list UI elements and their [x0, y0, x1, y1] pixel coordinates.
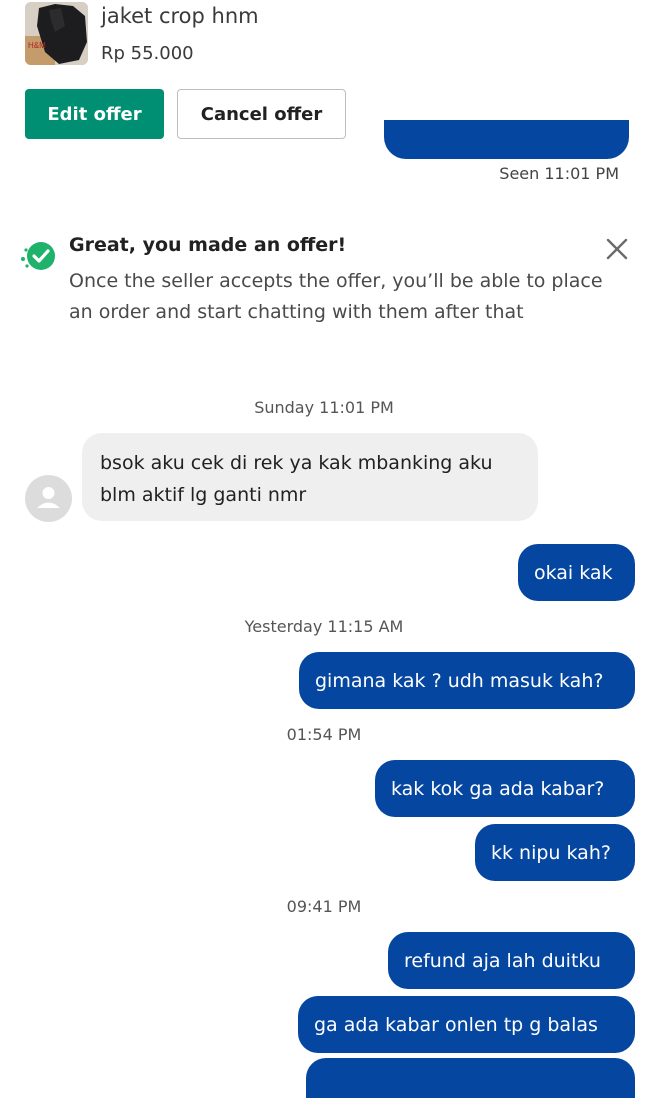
product-price: Rp 55.000 [101, 43, 194, 64]
seller-avatar[interactable] [25, 475, 72, 522]
chat-timestamp: Yesterday 11:15 AM [244, 617, 404, 636]
chat-timestamp: 09:41 PM [286, 897, 362, 916]
outgoing-message: kk nipu kah? [475, 824, 635, 881]
outgoing-message: gimana kak ? udh masuk kah? [299, 652, 635, 709]
close-icon[interactable] [601, 233, 633, 265]
notice-body: Once the seller accepts the offer, you’l… [69, 270, 603, 323]
outgoing-message: okai kak [518, 544, 635, 601]
jacket-photo: H&M [25, 2, 88, 65]
check-badge-icon [18, 238, 58, 274]
product-thumbnail[interactable]: H&M [25, 2, 88, 65]
user-icon [37, 487, 60, 508]
outgoing-message-partial [306, 1058, 635, 1098]
previous-message-bubble [384, 120, 629, 159]
cancel-offer-button[interactable]: Cancel offer [177, 89, 346, 139]
notice-title: Great, you made an offer! [69, 234, 347, 256]
outgoing-message: ga ada kabar onlen tp g balas [298, 996, 635, 1053]
edit-offer-button[interactable]: Edit offer [25, 89, 164, 139]
product-name[interactable]: jaket crop hnm [101, 4, 259, 28]
seen-status: Seen 11:01 PM [499, 164, 619, 183]
chat-timestamp: Sunday 11:01 PM [254, 398, 394, 417]
outgoing-message: kak kok ga ada kabar? [375, 760, 635, 817]
chat-timestamp: 01:54 PM [286, 725, 362, 744]
incoming-message: bsok aku cek di rek ya kak mbanking aku … [82, 433, 538, 521]
svg-text:H&M: H&M [28, 41, 46, 50]
outgoing-message: refund aja lah duitku [388, 932, 635, 989]
